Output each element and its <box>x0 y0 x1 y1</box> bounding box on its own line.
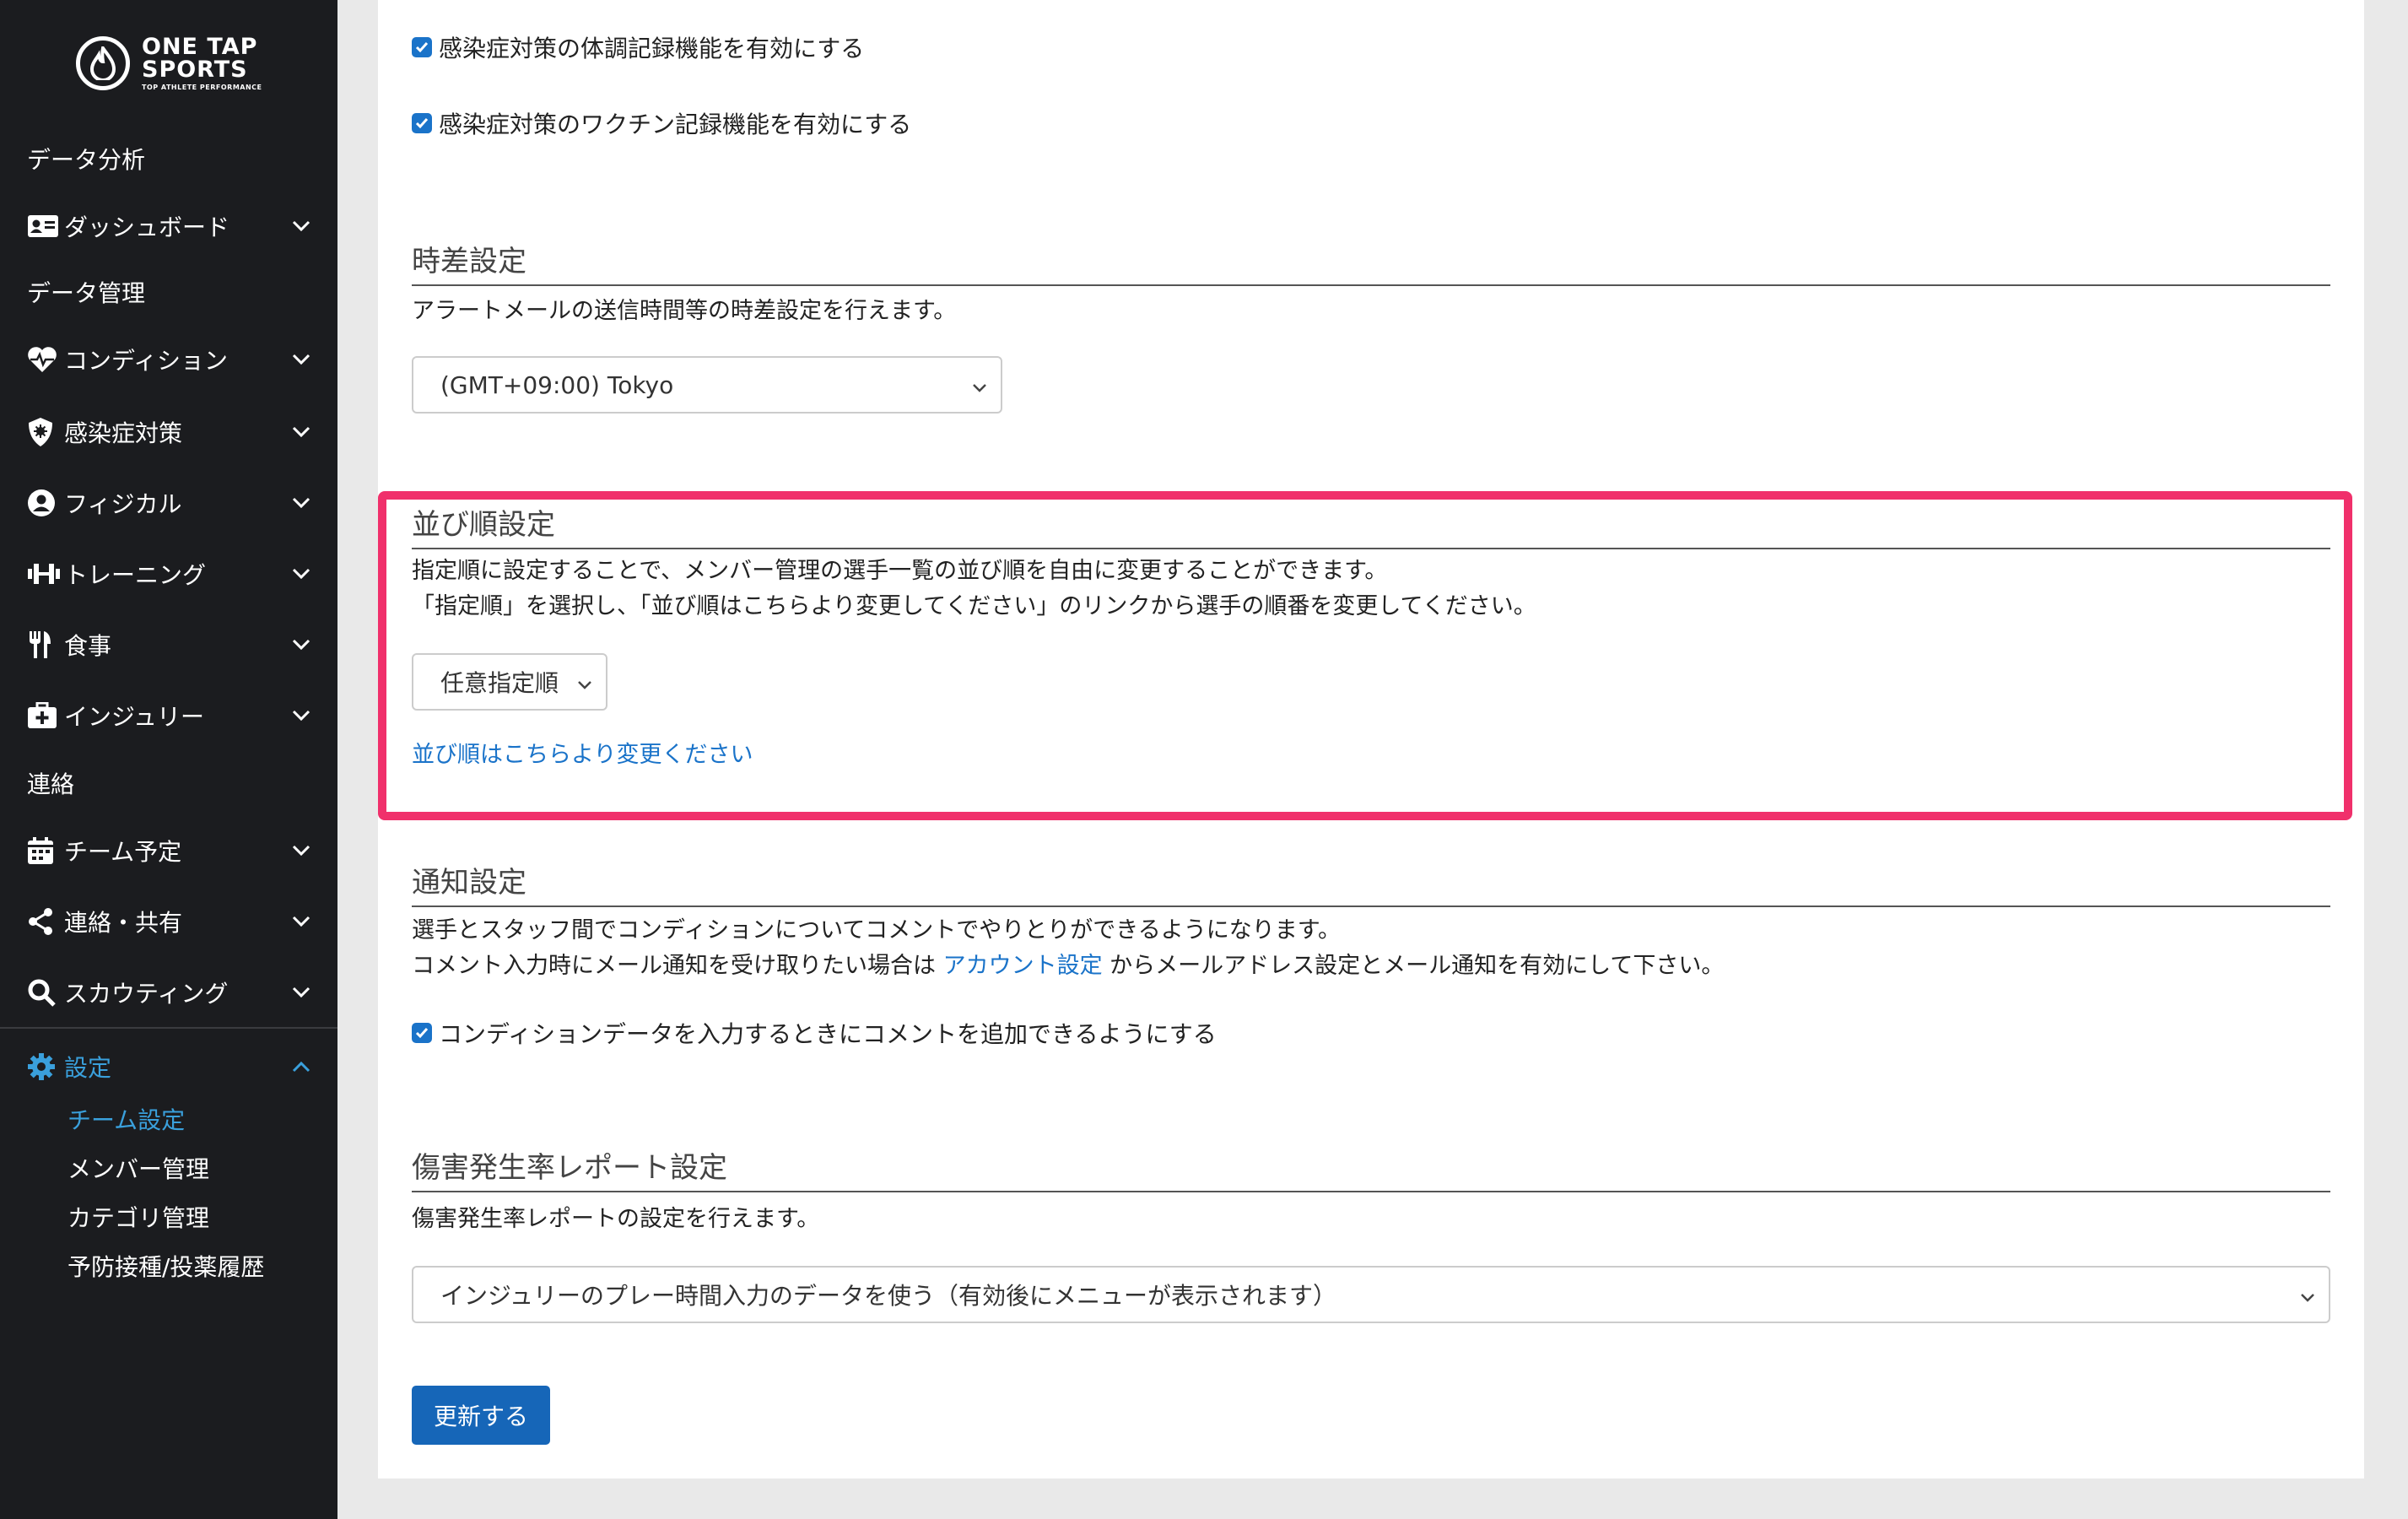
sidebar-item-label: コンディション <box>64 347 229 375</box>
chevron-down-icon <box>289 987 314 998</box>
checkbox-checked-icon[interactable] <box>412 1023 432 1043</box>
checkbox-checked-icon[interactable] <box>412 37 432 57</box>
sidebar-item-training[interactable]: トレーニング <box>27 549 314 599</box>
injury-data-select-value: インジュリーのプレー時間入力のデータを使う（有効後にメニューが表示されます） <box>440 1282 1337 1310</box>
sidebar-sub-category-management[interactable]: カテゴリ管理 <box>67 1200 209 1234</box>
injury-description: 傷害発生率レポートの設定を行えます。 <box>412 1206 820 1232</box>
share-icon <box>27 907 64 936</box>
chevron-down-icon <box>972 371 987 399</box>
timezone-description: アラートメールの送信時間等の時差設定を行えます。 <box>412 298 957 324</box>
sidebar-item-label: 連絡・共有 <box>64 909 183 937</box>
sidebar-sub-vaccination-history[interactable]: 予防接種/投薬履歴 <box>67 1249 264 1283</box>
chevron-down-icon <box>289 639 314 651</box>
chevron-down-icon <box>2300 1281 2315 1309</box>
section-contact: 連絡 <box>27 770 75 798</box>
highlight-box <box>378 491 2352 820</box>
sidebar-item-physical[interactable]: フィジカル <box>27 478 314 528</box>
sidebar-sub-member-management[interactable]: メンバー管理 <box>67 1151 209 1185</box>
account-settings-link[interactable]: アカウント設定 <box>943 953 1103 979</box>
timezone-section-title: 時差設定 <box>412 238 2330 286</box>
user-circle-icon <box>27 489 64 517</box>
chevron-down-icon <box>289 220 314 232</box>
sidebar-item-label: トレーニング <box>64 561 207 589</box>
chevron-down-icon <box>289 845 314 857</box>
sidebar-item-label: 食事 <box>64 632 112 660</box>
sidebar-item-label: フィジカル <box>64 490 182 518</box>
sidebar-divider <box>0 1027 337 1029</box>
sidebar-sub-team-settings[interactable]: チーム設定 <box>67 1102 185 1136</box>
section-data-analysis: データ分析 <box>27 146 146 174</box>
brand-tagline: TOP ATHLETE PERFORMANCE <box>142 84 262 91</box>
brand-line1: ONE TAP <box>142 34 258 60</box>
utensils-icon <box>27 630 64 659</box>
chevron-down-icon <box>289 568 314 580</box>
vaccine-record-label: 感染症対策のワクチン記録機能を有効にする <box>439 111 912 138</box>
vaccine-record-option[interactable]: 感染症対策のワクチン記録機能を有効にする <box>412 106 911 140</box>
sidebar-item-label: ダッシュボード <box>64 214 230 241</box>
notify-desc-suffix: からメールアドレス設定とメール通知を有効にして下さい。 <box>1102 953 1725 979</box>
sidebar-item-dashboard[interactable]: ダッシュボード <box>27 201 314 251</box>
timezone-select-value: (GMT+09:00) Tokyo <box>440 370 674 399</box>
first-aid-icon <box>27 702 64 729</box>
chevron-down-icon <box>289 710 314 722</box>
update-button[interactable]: 更新する <box>412 1386 550 1445</box>
sidebar-item-label: インジュリー <box>64 703 205 731</box>
id-card-icon <box>27 214 64 238</box>
calendar-icon <box>27 836 64 865</box>
notify-desc-prefix: コメント入力時にメール通知を受け取りたい場合は <box>412 953 943 979</box>
injury-data-select[interactable]: インジュリーのプレー時間入力のデータを使う（有効後にメニューが表示されます） <box>412 1266 2330 1323</box>
sidebar-item-share[interactable]: 連絡・共有 <box>27 896 314 947</box>
sidebar-item-meal[interactable]: 食事 <box>27 619 314 670</box>
sidebar-item-injury[interactable]: インジュリー <box>27 690 314 741</box>
notify-description-2: コメント入力時にメール通知を受け取りたい場合は アカウント設定 からメールアドレ… <box>412 949 1724 984</box>
sidebar-item-team-schedule[interactable]: チーム予定 <box>27 825 314 876</box>
sidebar-item-scouting[interactable]: スカウティング <box>27 967 314 1018</box>
heart-pulse-icon <box>27 346 64 373</box>
sidebar-item-settings[interactable]: 設定 <box>27 1041 314 1092</box>
condition-comment-option[interactable]: コンディションデータを入力するときにコメントを追加できるようにする <box>412 1016 1217 1050</box>
section-data-management: データ管理 <box>27 279 146 307</box>
brand-logo[interactable]: ONE TAP SPORTS TOP ATHLETE PERFORMANCE <box>76 34 262 93</box>
infection-record-label: 感染症対策の体調記録機能を有効にする <box>439 35 865 62</box>
timezone-select[interactable]: (GMT+09:00) Tokyo <box>412 356 1002 414</box>
checkbox-checked-icon[interactable] <box>412 113 432 133</box>
sidebar-item-label: チーム予定 <box>64 838 182 866</box>
sidebar-item-label: 感染症対策 <box>64 419 183 447</box>
notify-section-title: 通知設定 <box>412 859 2330 907</box>
notify-description-1: 選手とスタッフ間でコンディションについてコメントでやりとりができるようになります… <box>412 917 1342 943</box>
chevron-down-icon <box>289 354 314 365</box>
flame-logo-icon <box>76 36 130 90</box>
sidebar-item-condition[interactable]: コンディション <box>27 334 314 385</box>
search-icon <box>27 978 64 1007</box>
chevron-down-icon <box>289 426 314 438</box>
chevron-up-icon <box>289 1061 314 1073</box>
gear-icon <box>27 1052 64 1081</box>
sidebar-item-label: 設定 <box>64 1054 112 1082</box>
infection-record-option[interactable]: 感染症対策の体調記録機能を有効にする <box>412 30 864 64</box>
dumbbell-icon <box>27 561 64 587</box>
condition-comment-label: コンディションデータを入力するときにコメントを追加できるようにする <box>439 1020 1217 1048</box>
sidebar: ONE TAP SPORTS TOP ATHLETE PERFORMANCE デ… <box>0 0 337 1519</box>
chevron-down-icon <box>289 497 314 509</box>
sidebar-item-label: スカウティング <box>64 980 229 1008</box>
chevron-down-icon <box>289 916 314 927</box>
brand-line2: SPORTS <box>142 57 248 83</box>
sidebar-item-infection[interactable]: 感染症対策 <box>27 407 314 457</box>
shield-virus-icon <box>27 417 64 447</box>
injury-section-title: 傷害発生率レポート設定 <box>412 1144 2330 1192</box>
